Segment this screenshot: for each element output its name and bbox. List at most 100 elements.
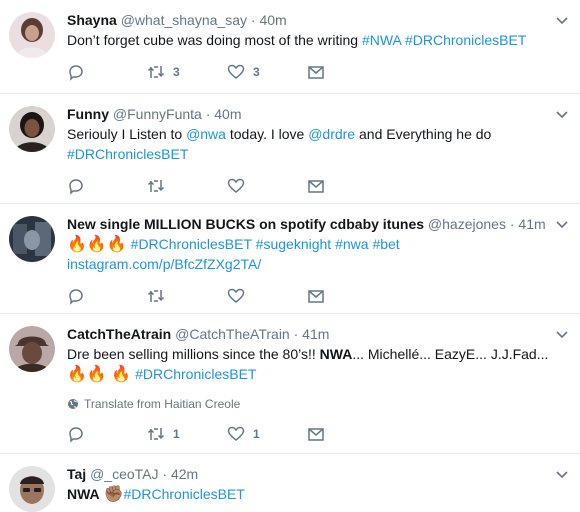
tweet-header: Taj @_ceoTAJ · 42m bbox=[67, 464, 568, 484]
direct-message-button[interactable] bbox=[307, 177, 387, 195]
direct-message-button[interactable] bbox=[307, 63, 387, 81]
username[interactable]: @FunnyFunta bbox=[113, 106, 202, 122]
reply-button[interactable] bbox=[67, 177, 147, 195]
direct-message-button[interactable] bbox=[307, 287, 387, 305]
translate-link[interactable]: Translate from Haitian Creole bbox=[67, 396, 568, 412]
tweet-header: Funny @FunnyFunta · 40m bbox=[67, 104, 568, 124]
tweet-text: 🔥🔥🔥 #DRChroniclesBET #sugeknight #nwa #b… bbox=[67, 234, 568, 274]
like-button[interactable] bbox=[227, 177, 307, 195]
reply-button[interactable] bbox=[67, 425, 147, 443]
reply-icon bbox=[69, 179, 83, 195]
like-button[interactable]: 1 bbox=[227, 425, 307, 443]
username[interactable]: @CatchTheATrain bbox=[175, 326, 290, 342]
retweet-count: 1 bbox=[173, 427, 180, 441]
tweet-header: Shayna @what_shayna_say · 40m bbox=[67, 10, 568, 30]
heart-icon bbox=[227, 426, 245, 441]
url-link[interactable]: instagram.com/p/BfcZfZXg2TA/ bbox=[67, 256, 261, 272]
hashtag-link[interactable]: #DRChroniclesBET bbox=[135, 366, 256, 382]
separator-dot: · bbox=[509, 216, 515, 232]
envelope-icon bbox=[308, 180, 324, 193]
avatar[interactable] bbox=[9, 466, 55, 512]
tweet[interactable]: New single MILLION BUCKS on spotify cdba… bbox=[0, 204, 580, 314]
tweet[interactable]: CatchTheAtrain @CatchTheATrain · 41m Dre… bbox=[0, 314, 580, 454]
chevron-down-icon[interactable] bbox=[554, 216, 570, 232]
emoji: 🔥🔥🔥 bbox=[67, 236, 127, 253]
reply-icon bbox=[69, 427, 83, 443]
tweet-actions bbox=[67, 274, 568, 318]
separator-dot: · bbox=[293, 326, 299, 342]
tweet[interactable]: Funny @FunnyFunta · 40m Seriouly I Liste… bbox=[0, 94, 580, 204]
like-button[interactable] bbox=[227, 287, 307, 305]
hashtag-link[interactable]: #bet bbox=[372, 236, 399, 252]
mention-link[interactable]: @drdre bbox=[308, 126, 355, 142]
display-name[interactable]: Taj bbox=[67, 466, 86, 482]
chevron-down-icon[interactable] bbox=[554, 466, 570, 482]
username[interactable]: @hazejones bbox=[428, 216, 506, 232]
retweet-icon bbox=[147, 66, 165, 78]
timestamp[interactable]: 41m bbox=[302, 326, 329, 342]
display-name[interactable]: Funny bbox=[67, 106, 109, 122]
tweet-header: CatchTheAtrain @CatchTheATrain · 41m bbox=[67, 324, 568, 344]
tweet-text: Dre been selling millions since the 80’s… bbox=[67, 344, 568, 384]
retweet-icon bbox=[147, 180, 165, 192]
tweet-text: Don’t forget cube was doing most of the … bbox=[67, 30, 568, 50]
heart-icon bbox=[227, 178, 245, 193]
chevron-down-icon[interactable] bbox=[554, 106, 570, 122]
display-name[interactable]: New single MILLION BUCKS on spotify cdba… bbox=[67, 216, 424, 232]
avatar-image bbox=[9, 466, 55, 512]
chevron-down-icon[interactable] bbox=[554, 12, 570, 28]
envelope-icon bbox=[308, 290, 324, 303]
text-segment: today. I love bbox=[225, 126, 309, 142]
tweet-header: New single MILLION BUCKS on spotify cdba… bbox=[67, 214, 568, 234]
avatar[interactable] bbox=[9, 326, 55, 372]
avatar[interactable] bbox=[9, 216, 55, 262]
username[interactable]: @what_shayna_say bbox=[121, 12, 247, 28]
timestamp[interactable]: 42m bbox=[171, 466, 198, 482]
envelope-icon bbox=[308, 66, 324, 79]
separator-dot: · bbox=[205, 106, 211, 122]
retweet-button[interactable]: 1 bbox=[147, 425, 227, 443]
text-segment: Dre been selling millions since the 80’s… bbox=[67, 346, 320, 362]
direct-message-button[interactable] bbox=[307, 425, 387, 443]
retweet-icon bbox=[147, 428, 165, 440]
mention-link[interactable]: @nwa bbox=[186, 126, 226, 142]
timestamp[interactable]: 40m bbox=[214, 106, 241, 122]
hashtag-link[interactable]: #DRChroniclesBET bbox=[123, 486, 244, 502]
like-count: 3 bbox=[253, 65, 260, 79]
retweet-button[interactable] bbox=[147, 177, 227, 195]
tweet[interactable]: Taj @_ceoTAJ · 42m NWA ✊🏽#DRChroniclesBE… bbox=[0, 454, 580, 512]
reply-icon bbox=[69, 289, 83, 305]
avatar-image bbox=[9, 326, 55, 372]
tweet-actions: 3 3 bbox=[67, 50, 568, 94]
chevron-down-icon[interactable] bbox=[554, 326, 570, 342]
hashtag-link[interactable]: #DRChroniclesBET bbox=[405, 32, 526, 48]
avatar-image bbox=[9, 216, 55, 262]
reply-button[interactable] bbox=[67, 287, 147, 305]
avatar[interactable] bbox=[9, 106, 55, 152]
tweet-text: Seriouly I Listen to @nwa today. I love … bbox=[67, 124, 568, 164]
display-name[interactable]: CatchTheAtrain bbox=[67, 326, 171, 342]
retweet-count: 3 bbox=[173, 65, 180, 79]
retweet-button[interactable] bbox=[147, 287, 227, 305]
timestamp[interactable]: 41m bbox=[518, 216, 545, 232]
reply-button[interactable] bbox=[67, 63, 147, 81]
like-button[interactable]: 3 bbox=[227, 63, 307, 81]
emoji: ✊🏽 bbox=[103, 486, 124, 503]
hashtag-link[interactable]: #DRChroniclesBET bbox=[67, 146, 188, 162]
bold-text: NWA bbox=[319, 346, 353, 362]
separator-dot: · bbox=[250, 12, 256, 28]
hashtag-link[interactable]: #NWA bbox=[362, 32, 401, 48]
display-name[interactable]: Shayna bbox=[67, 12, 117, 28]
separator-dot: · bbox=[162, 466, 168, 482]
username[interactable]: @_ceoTAJ bbox=[90, 466, 158, 482]
text-segment: Seriouly I Listen to bbox=[67, 126, 187, 142]
timestamp[interactable]: 40m bbox=[259, 12, 286, 28]
heart-icon bbox=[227, 64, 245, 79]
avatar[interactable] bbox=[9, 12, 55, 58]
translate-label: Translate from Haitian Creole bbox=[84, 397, 241, 411]
retweet-button[interactable]: 3 bbox=[147, 63, 227, 81]
tweet[interactable]: Shayna @what_shayna_say · 40m Don’t forg… bbox=[0, 0, 580, 94]
hashtag-link[interactable]: #sugeknight bbox=[256, 236, 332, 252]
hashtag-link[interactable]: #DRChroniclesBET bbox=[131, 236, 252, 252]
hashtag-link[interactable]: #nwa bbox=[335, 236, 368, 252]
